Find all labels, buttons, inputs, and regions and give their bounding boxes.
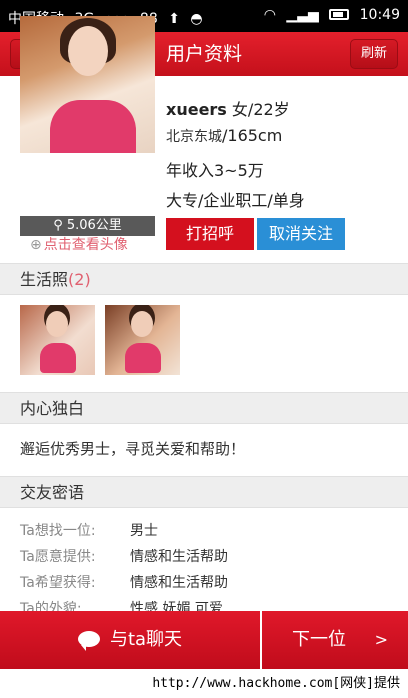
- dating-label: Ta想找一位:: [20, 523, 96, 539]
- greet-button[interactable]: 打招呼: [166, 218, 254, 250]
- watermark-footer: http://www.hackhome.com[网侠]提供: [0, 669, 408, 698]
- unfollow-button[interactable]: 取消关注: [257, 218, 345, 250]
- dating-list: Ta想找一位: 男士 Ta愿意提供: 情感和生活帮助 Ta希望获得: 情感和生活…: [20, 520, 400, 624]
- list-item: Ta想找一位: 男士: [20, 520, 400, 546]
- section-dating: 交友密语: [0, 476, 408, 508]
- chat-label: 与ta聊天: [109, 629, 183, 650]
- list-item: Ta愿意提供: 情感和生活帮助: [20, 546, 400, 572]
- height: /165cm: [222, 126, 283, 145]
- view-avatar-label: 点击查看头像: [43, 237, 128, 253]
- clock: 10:49: [359, 7, 400, 23]
- gender-age: 女/22岁: [231, 100, 290, 119]
- signal-icon: ▁▃▅: [286, 7, 319, 23]
- wifi-icon: ◠: [263, 7, 276, 23]
- dating-value: 情感和生活帮助: [130, 575, 228, 591]
- city: 北京东城: [166, 129, 222, 145]
- list-item: Ta希望获得: 情感和生活帮助: [20, 572, 400, 598]
- chevron-right-icon: >: [374, 630, 388, 649]
- life-photos-title: 生活照: [20, 270, 69, 289]
- dating-label: Ta愿意提供:: [20, 549, 96, 565]
- chat-bubble-icon: [77, 631, 100, 651]
- battery-icon: [329, 9, 350, 20]
- section-monologue: 内心独白: [0, 392, 408, 424]
- distance-value: 5.06公里: [66, 218, 122, 233]
- android-icon: ◓: [190, 11, 203, 27]
- name-line: xueers 女/22岁: [166, 96, 290, 120]
- bottom-action-bar: 与ta聊天 下一位 >: [0, 611, 408, 669]
- next-button[interactable]: 下一位 >: [262, 611, 408, 669]
- dating-value: 男士: [130, 523, 158, 539]
- monologue-text: 邂逅优秀男士，寻觅关爱和帮助！: [20, 440, 246, 458]
- upload-icon: ⬆: [168, 11, 180, 27]
- dating-value: 情感和生活帮助: [130, 549, 228, 565]
- avatar[interactable]: [20, 16, 155, 153]
- location-line: 北京东城/165cm: [166, 126, 282, 146]
- life-photos-count: (2): [68, 270, 91, 289]
- distance-badge: ⚲ 5.06公里: [20, 216, 155, 236]
- refresh-button[interactable]: 刷新: [349, 39, 398, 69]
- next-label: 下一位: [292, 629, 346, 650]
- section-life-photos: 生活照(2): [0, 263, 408, 295]
- income: 年收入3~5万: [166, 161, 264, 180]
- user-name: xueers: [166, 100, 227, 119]
- life-photo[interactable]: [105, 305, 180, 375]
- dating-label: Ta希望获得:: [20, 575, 96, 591]
- view-avatar-link[interactable]: ⊕ 点击查看头像: [30, 234, 128, 254]
- zoom-icon: ⊕: [30, 237, 42, 253]
- education-job-status: 大专/企业职工/单身: [166, 191, 305, 210]
- life-photo[interactable]: [20, 305, 95, 375]
- location-pin-icon: ⚲: [53, 218, 63, 233]
- chat-button[interactable]: 与ta聊天: [0, 611, 260, 669]
